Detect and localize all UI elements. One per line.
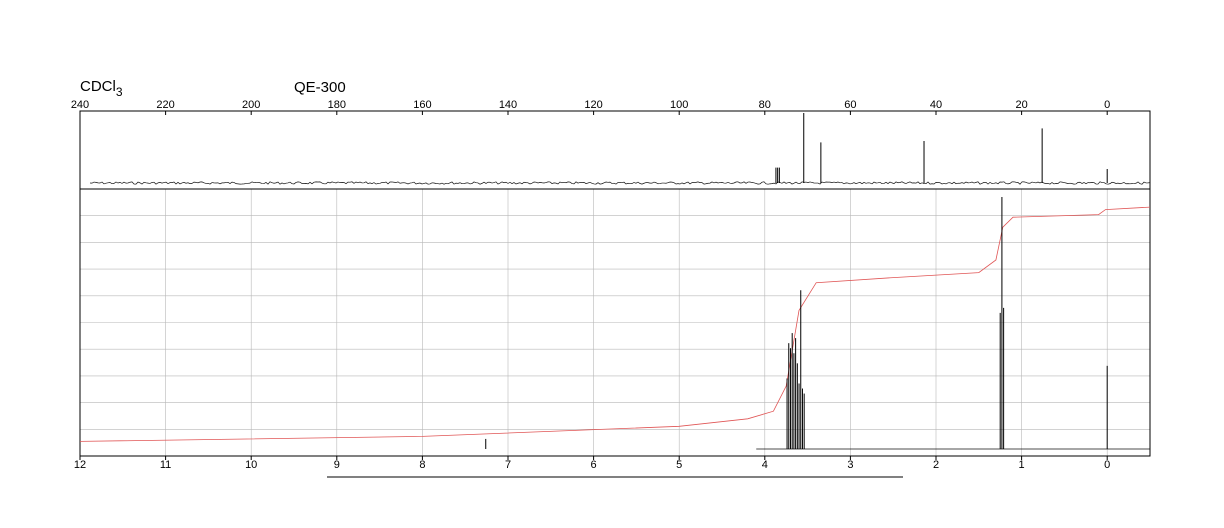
carbon-13-tick-label: 180	[328, 99, 346, 111]
carbon-13-tick-label: 240	[71, 99, 89, 111]
proton-tick-label: 1	[1019, 459, 1025, 471]
carbon-13-frame	[79, 110, 1151, 190]
proton-tick-label: 2	[933, 459, 939, 471]
carbon-13-tick-label: 20	[1015, 99, 1027, 111]
proton-tick-label: 11	[160, 459, 171, 471]
nmr-spectrum-figure: CDCl3 QE-300 240 220 200 180 160 140 120 100 80 6…	[71, 78, 1151, 478]
proton-tick-label: 7	[505, 459, 511, 471]
carbon-13-tick-label: 100	[670, 99, 688, 111]
proton-tick-label: 6	[591, 459, 597, 471]
carbon-13-panel: 240 220 200 180 160 140 120 100 80 60 40 20 0	[71, 99, 1151, 190]
proton-tick-label: 9	[334, 459, 340, 471]
proton-tick-label: 0	[1104, 459, 1110, 471]
carbon-13-tick-label: 140	[499, 99, 517, 111]
carbon-13-axis: 240 220 200 180 160 140 120 100 80 60 40 20 0	[71, 99, 1110, 115]
carbon-13-tick-label: 220	[156, 99, 174, 111]
proton-axis: 12 11 10 9 8 7 6 5 4 3 2 1 0	[74, 456, 1110, 471]
proton-tick-label: 3	[847, 459, 853, 471]
proton-tick-label: 8	[419, 459, 425, 471]
carbon-13-tick-label: 200	[242, 99, 260, 111]
proton-tick-label: 4	[762, 459, 768, 471]
instrument-label: QE-300	[294, 79, 346, 96]
carbon-13-tick-label: 80	[759, 99, 771, 111]
proton-tick-label: 10	[245, 459, 257, 471]
proton-grid	[79, 189, 1150, 456]
proton-tick-label: 5	[676, 459, 682, 471]
carbon-13-tick-label: 160	[413, 99, 431, 111]
solvent-label: CDCl3	[80, 78, 123, 99]
carbon-13-tick-label: 60	[844, 99, 856, 111]
carbon-13-tick-label: 120	[584, 99, 602, 111]
carbon-13-tick-label: 40	[930, 99, 942, 111]
carbon-13-baseline	[89, 181, 1151, 185]
proton-panel: 12 11 10 9 8 7 6 5 4 3 2 1 0	[74, 188, 1151, 471]
carbon-13-peaks	[775, 113, 1108, 183]
proton-tick-label: 12	[74, 459, 86, 471]
carbon-13-tick-label: 0	[1104, 99, 1110, 111]
